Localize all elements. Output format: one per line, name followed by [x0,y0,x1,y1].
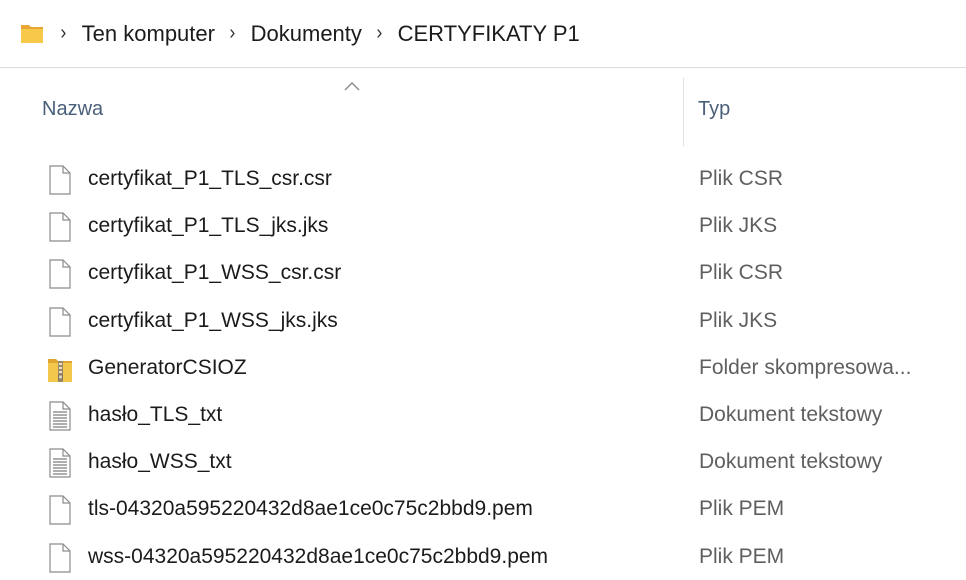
breadcrumb-item-ten-komputer[interactable]: Ten komputer [82,21,215,47]
blank-file-icon [47,495,73,525]
address-bar[interactable]: › Ten komputer › Dokumenty › CERTYFIKATY… [0,0,966,68]
file-name: certyfikat_P1_TLS_csr.csr [88,167,332,190]
file-type: Folder skompresowa... [699,355,912,379]
blank-file-icon [47,306,73,337]
breadcrumb-item-dokumenty[interactable]: Dokumenty [251,21,362,47]
column-header-name[interactable]: Nazwa [42,98,103,121]
file-row[interactable]: GeneratorCSIOZ Folder skompresowa... [0,344,966,391]
zip-folder-icon [47,354,73,384]
file-name: wss-04320a595220432d8ae1ce0c75c2bbd9.pem [88,544,549,568]
file-row[interactable]: wss-04320a595220432d8ae1ce0c75c2bbd9.pem… [0,533,966,580]
file-name: hasło_WSS_txt [88,450,232,474]
text-file-icon [47,448,73,478]
column-header-type[interactable]: Typ [698,98,730,121]
file-name: certyfikat_P1_WSS_csr.csr [88,261,342,285]
file-row[interactable]: certyfikat_P1_TLS_csr.csr Plik CSR [0,155,966,202]
file-type: Plik CSR [699,167,784,190]
folder-icon [20,22,44,44]
file-row[interactable]: certyfikat_P1_TLS_jks.jks Plik JKS [0,202,966,249]
column-header: Nazwa Typ [0,68,966,146]
file-row[interactable]: hasło_TLS_txt Dokument tekstowy [0,391,966,438]
file-list: certyfikat_P1_TLS_csr.csr Plik CSR certy… [0,155,966,580]
chevron-right-icon[interactable]: › [376,22,382,45]
file-type: Plik PEM [699,497,785,521]
file-row[interactable]: hasło_WSS_txt Dokument tekstowy [0,438,966,485]
chevron-right-icon[interactable]: › [60,22,66,45]
file-type: Dokument tekstowy [699,402,883,426]
blank-file-icon [47,542,73,573]
blank-file-icon [47,259,73,289]
file-name: hasło_TLS_txt [88,402,223,426]
blank-file-icon [47,165,73,195]
column-divider[interactable] [683,78,684,146]
file-name: certyfikat_P1_TLS_jks.jks [88,214,329,238]
breadcrumb: › Ten komputer › Dokumenty › CERTYFIKATY… [58,21,592,47]
breadcrumb-item-certyfikaty[interactable]: CERTYFIKATY P1 [398,21,580,47]
file-name: certyfikat_P1_WSS_jks.jks [88,308,338,332]
file-type: Plik CSR [699,261,784,285]
file-row[interactable]: certyfikat_P1_WSS_jks.jks Plik JKS [0,297,966,344]
file-type: Plik PEM [699,544,785,568]
file-type: Dokument tekstowy [699,450,883,474]
blank-file-icon [47,212,73,242]
chevron-right-icon[interactable]: › [229,22,235,45]
file-name: GeneratorCSIOZ [88,355,247,379]
file-type: Plik JKS [699,214,778,238]
file-type: Plik JKS [699,308,778,332]
sort-ascending-icon [344,78,360,91]
file-row[interactable]: tls-04320a595220432d8ae1ce0c75c2bbd9.pem… [0,485,966,532]
file-name: tls-04320a595220432d8ae1ce0c75c2bbd9.pem [88,497,533,521]
text-file-icon [47,401,73,431]
file-row[interactable]: certyfikat_P1_WSS_csr.csr Plik CSR [0,249,966,296]
